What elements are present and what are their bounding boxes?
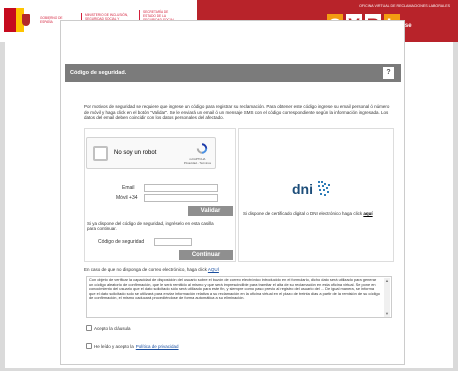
- terms-scrollbar[interactable]: ▲ ▼: [384, 278, 390, 317]
- code-label: Código de seguridad: [98, 239, 145, 245]
- scroll-up-icon[interactable]: ▲: [385, 278, 389, 284]
- no-email-link[interactable]: AQUÍ: [208, 267, 219, 272]
- svg-text:dni: dni: [292, 181, 313, 197]
- recaptcha-checkbox[interactable]: [93, 146, 108, 161]
- privacy-checkbox[interactable]: [86, 343, 92, 349]
- mobile-field[interactable]: [144, 194, 218, 202]
- recaptcha-links[interactable]: Privacidad - Términos: [184, 161, 211, 166]
- terms-textarea[interactable]: Con objeto de verificar la capacidad de …: [86, 276, 392, 318]
- mobile-label: Móvil +34: [116, 195, 138, 201]
- email-field[interactable]: [144, 184, 218, 192]
- dni-logo-icon[interactable]: dni: [292, 178, 342, 200]
- accept-clause-label: Acepto la cláusula: [94, 325, 131, 331]
- coat-of-arms-icon: [22, 14, 30, 26]
- no-email-text: En caso de que no disponga de correo ele…: [84, 267, 219, 272]
- panel-title: Código de seguridad.: [70, 70, 127, 76]
- ovrl-title: OFICINA VIRTUAL DE RECLAMACIONES LABORAL…: [359, 4, 450, 8]
- recaptcha-widget[interactable]: No soy un robot reCAPTCHA Privacidad - T…: [86, 137, 216, 169]
- accept-clause-checkbox[interactable]: [86, 325, 92, 331]
- dni-info-text: Si dispone de certificado digital o DNI …: [243, 211, 373, 216]
- privacy-policy-link[interactable]: Política de privacidad: [136, 344, 179, 349]
- intro-text: Por motivos de seguridad se requiere que…: [84, 104, 390, 120]
- privacy-row[interactable]: He leído y acepto la Política de privaci…: [86, 343, 179, 349]
- security-code-field[interactable]: [154, 238, 192, 246]
- panel-header: Código de seguridad. ?: [65, 64, 401, 82]
- help-button[interactable]: ?: [383, 67, 394, 79]
- email-label: Email: [122, 185, 135, 191]
- recaptcha-brand: reCAPTCHA Privacidad - Términos: [183, 157, 211, 166]
- code-info-text: Si ya dispone del código de seguridad, i…: [87, 221, 214, 232]
- validate-button[interactable]: Validar: [188, 206, 233, 216]
- dni-link[interactable]: aquí: [363, 211, 372, 216]
- recaptcha-label: No soy un robot: [114, 150, 157, 156]
- scroll-down-icon[interactable]: ▼: [385, 312, 389, 317]
- continue-button[interactable]: Continuar: [179, 250, 233, 260]
- recaptcha-logo-icon: [196, 143, 208, 154]
- privacy-label: He leído y acepto la: [94, 343, 134, 349]
- spain-flag-icon: [4, 8, 36, 32]
- accept-clause-row[interactable]: Acepto la cláusula: [86, 325, 131, 331]
